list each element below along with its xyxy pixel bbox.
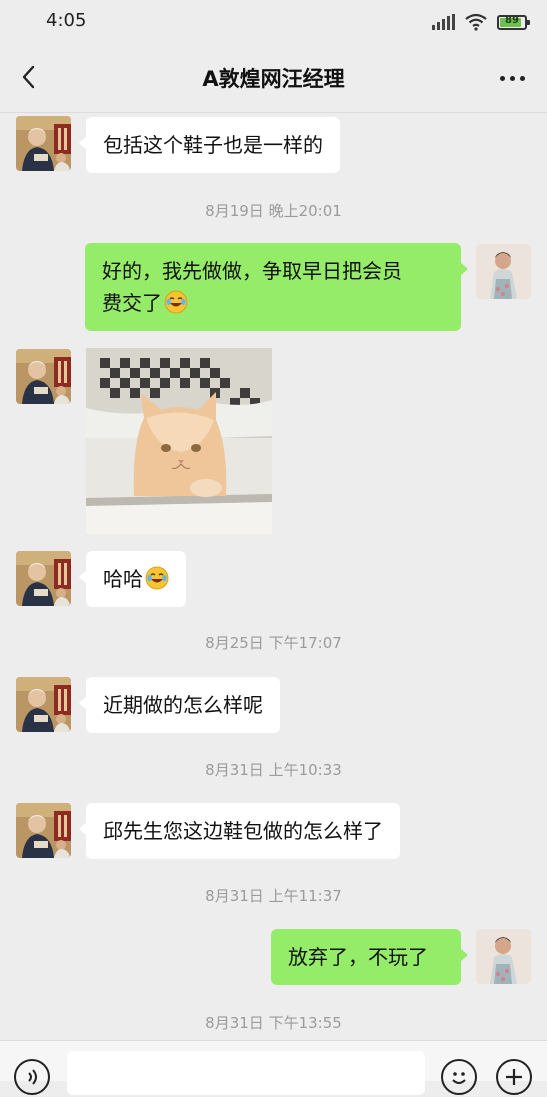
emoji-button[interactable] [441,1059,477,1095]
battery-level: 89 [505,14,519,26]
message-bubble-sent[interactable]: 好的，我先做做，争取早日把会员 费交了 [85,243,468,331]
chat-header: A敦煌网汪经理 [0,44,547,113]
voice-icon [28,1069,37,1085]
message-bubble-received[interactable]: 近期做的怎么样呢 [79,677,280,733]
my-avatar[interactable] [476,244,531,299]
emoji-icon [452,1072,466,1084]
laughing-crying-emoji-icon [164,290,188,314]
message-bubble-received[interactable]: 邱先生您这边鞋包做的怎么样了 [79,803,400,859]
cat-in-shoe-box-photo[interactable] [86,348,272,534]
contact-avatar[interactable] [16,551,71,606]
status-bar: 4:05 89 [0,0,547,44]
message-bubble-received[interactable]: 哈哈 [79,551,186,607]
laughing-crying-emoji-icon [145,566,169,590]
message-bubble-sent[interactable]: 放弃了，不玩了 [271,929,468,985]
message-list[interactable]: 包括这个鞋子也是一样的 8月19日 晚上20:01 好的，我先做做，争取早日把会… [0,113,547,1040]
message-bubble-received[interactable]: 包括这个鞋子也是一样的 [79,117,340,173]
timestamp: 8月31日 上午10:33 [205,761,342,779]
message-text: 费交了 [102,291,162,315]
battery-icon: 89 [497,14,530,30]
status-icons: 89 [432,12,530,32]
my-avatar[interactable] [476,929,531,984]
input-bar [0,1040,547,1095]
timestamp: 8月25日 下午17:07 [205,634,342,652]
message-text: 哈哈 [103,567,143,591]
voice-button[interactable] [14,1059,50,1095]
contact-avatar[interactable] [16,349,71,404]
chat-title: A敦煌网汪经理 [202,67,345,91]
contact-avatar[interactable] [16,803,71,858]
plus-icon [506,1069,522,1085]
timestamp: 8月19日 晚上20:01 [205,202,342,220]
timestamp: 8月31日 下午13:55 [205,1014,342,1032]
more-button[interactable] [500,76,525,81]
contact-avatar[interactable] [16,116,71,171]
timestamp: 8月31日 上午11:37 [205,887,342,905]
status-time: 4:05 [46,10,87,31]
message-input[interactable] [67,1051,425,1095]
message-text: 好的，我先做做，争取早日把会员 [102,259,402,283]
wifi-icon [465,13,487,31]
more-actions-button[interactable] [496,1059,532,1095]
contact-avatar[interactable] [16,677,71,732]
more-dots-icon [500,76,505,81]
signal-icon [432,14,455,30]
